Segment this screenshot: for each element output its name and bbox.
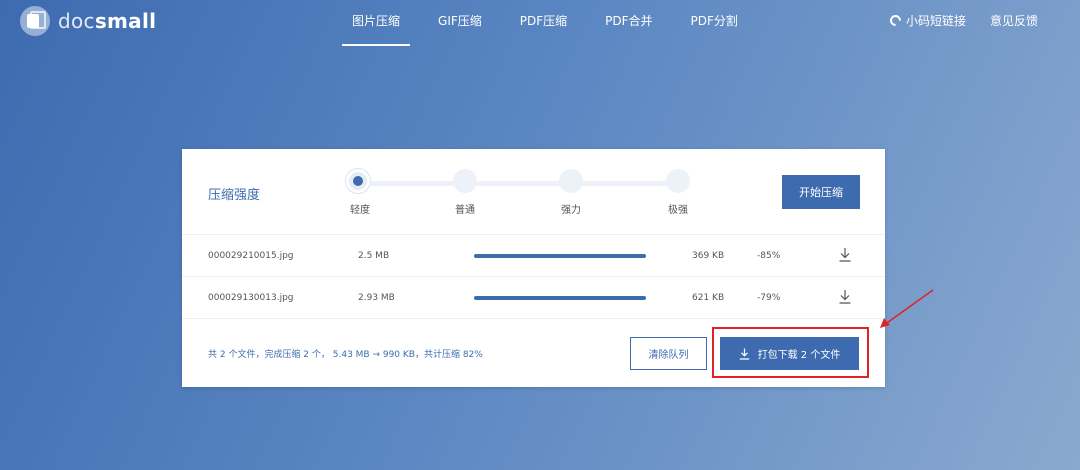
level-normal[interactable] <box>453 169 477 193</box>
compressed-size: 621 KB <box>692 293 725 303</box>
progress-fill <box>474 296 646 300</box>
logo-icon <box>20 6 50 36</box>
annotation-arrow-icon <box>880 289 934 328</box>
annotation-highlight-box <box>712 327 869 378</box>
summary-text: 共 2 个文件，完成压缩 2 个， 5.43 MB → 990 KB，共计压缩 … <box>208 350 483 360</box>
level-light[interactable] <box>346 169 370 193</box>
nav-image-compress[interactable]: 图片压缩 <box>340 0 412 46</box>
download-icon[interactable] <box>838 289 852 305</box>
progress-bar <box>474 296 646 300</box>
compressed-size: 369 KB <box>692 251 725 261</box>
level-extreme[interactable] <box>666 169 690 193</box>
level-label-normal: 普通 <box>455 205 475 216</box>
logo[interactable]: docsmall <box>20 6 156 36</box>
shortlink-label: 小码短链接 <box>905 14 966 28</box>
nav-gif-compress[interactable]: GIF压缩 <box>426 0 494 46</box>
progress-fill <box>474 254 646 258</box>
clear-queue-button[interactable]: 清除队列 <box>630 337 707 370</box>
start-compress-button[interactable]: 开始压缩 <box>782 175 860 209</box>
download-icon[interactable] <box>838 247 852 263</box>
level-strong[interactable] <box>559 169 583 193</box>
level-label-extreme: 极强 <box>668 205 688 216</box>
file-name: 000029130013.jpg <box>208 293 294 303</box>
slider-track <box>359 181 689 186</box>
file-name: 000029210015.jpg <box>208 251 294 261</box>
level-label-strong: 强力 <box>561 205 581 216</box>
nav-pdf-compress[interactable]: PDF压缩 <box>508 0 579 46</box>
strength-slider[interactable]: 轻度 普通 强力 极强 <box>346 169 699 219</box>
original-size: 2.93 MB <box>358 293 395 303</box>
nav-pdf-merge[interactable]: PDF合并 <box>593 0 664 46</box>
brand-name: docsmall <box>58 9 157 33</box>
strength-label: 压缩强度 <box>208 188 261 203</box>
nav-right: 小码短链接 意见反馈 <box>866 12 1038 29</box>
feedback-link[interactable]: 意见反馈 <box>990 12 1038 29</box>
main-nav: 图片压缩 GIF压缩 PDF压缩 PDF合并 PDF分割 <box>340 0 764 46</box>
reduction-percent: -85% <box>757 251 781 261</box>
level-label-light: 轻度 <box>350 205 370 216</box>
progress-bar <box>474 254 646 258</box>
file-row: 000029210015.jpg 2.5 MB 369 KB -85% <box>182 235 885 277</box>
shortlink-link[interactable]: 小码短链接 <box>887 12 966 29</box>
strength-panel: 压缩强度 轻度 普通 强力 极强 开始压缩 <box>182 149 885 235</box>
reduction-percent: -79% <box>757 293 781 303</box>
original-size: 2.5 MB <box>358 251 390 261</box>
file-row: 000029130013.jpg 2.93 MB 621 KB -79% <box>182 277 885 319</box>
shortlink-icon <box>887 12 904 29</box>
nav-pdf-split[interactable]: PDF分割 <box>679 0 750 46</box>
